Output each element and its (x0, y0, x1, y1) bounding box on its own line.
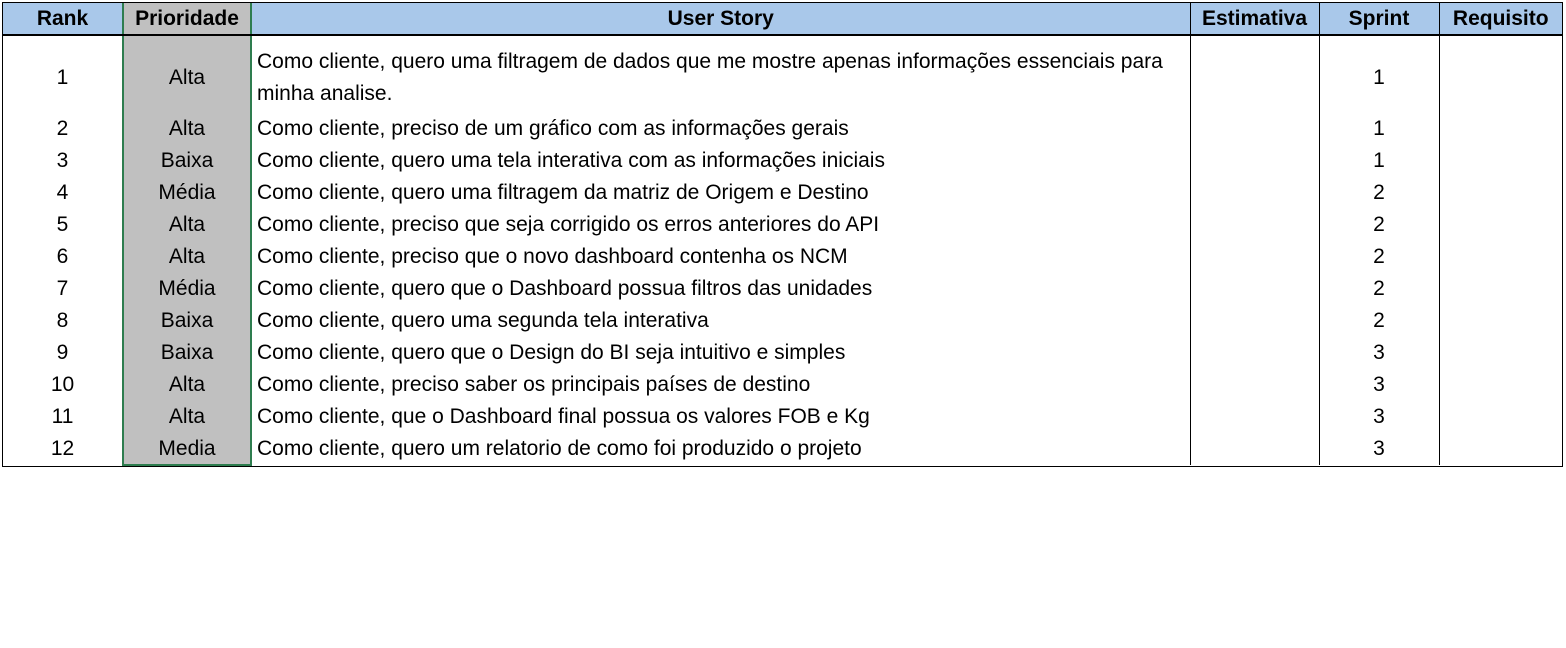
cell-rank[interactable]: 2 (3, 113, 124, 145)
cell-estimate[interactable] (1190, 273, 1320, 305)
cell-estimate[interactable] (1190, 433, 1320, 465)
cell-user-story[interactable]: Como cliente, preciso que seja corrigido… (251, 209, 1191, 241)
cell-requirement[interactable] (1439, 241, 1562, 273)
cell-requirement[interactable] (1439, 145, 1562, 177)
cell-estimate[interactable] (1190, 305, 1320, 337)
cell-estimate[interactable] (1190, 177, 1320, 209)
cell-priority[interactable]: Alta (122, 241, 252, 273)
cell-priority[interactable]: Alta (122, 369, 252, 401)
cell-estimate[interactable] (1190, 35, 1320, 113)
header-row: Rank Prioridade User Story Estimativa Sp… (3, 3, 1562, 36)
table-body: 1 Alta Como cliente, quero uma filtragem d… (3, 35, 1562, 466)
cell-user-story[interactable]: Como cliente, preciso de um gráfico com … (251, 113, 1191, 145)
cell-priority[interactable]: Alta (122, 35, 252, 113)
cell-user-story[interactable]: Como cliente, quero uma filtragem de dad… (251, 35, 1191, 113)
backlog-table: Rank Prioridade User Story Estimativa Sp… (3, 3, 1562, 466)
header-requirement[interactable]: Requisito (1439, 3, 1562, 36)
cell-estimate[interactable] (1190, 145, 1320, 177)
table-row: 8 Baixa Como cliente, quero uma segunda te… (3, 305, 1562, 337)
cell-requirement[interactable] (1439, 273, 1562, 305)
header-estimate[interactable]: Estimativa (1190, 3, 1320, 36)
table-row: 1 Alta Como cliente, quero uma filtragem d… (3, 35, 1562, 113)
table-row: 9 Baixa Como cliente, quero que o Design d… (3, 337, 1562, 369)
cell-priority[interactable]: Baixa (122, 337, 252, 369)
cell-user-story[interactable]: Como cliente, preciso que o novo dashboa… (251, 241, 1191, 273)
cell-rank[interactable]: 3 (3, 145, 124, 177)
cell-user-story[interactable]: Como cliente, preciso saber os principai… (251, 369, 1191, 401)
cell-sprint[interactable]: 2 (1319, 241, 1440, 273)
cell-rank[interactable]: 4 (3, 177, 124, 209)
cell-requirement[interactable] (1439, 209, 1562, 241)
cell-priority[interactable]: Média (122, 273, 252, 305)
table-row: 4 Média Como cliente, quero uma filtragem … (3, 177, 1562, 209)
cell-requirement[interactable] (1439, 337, 1562, 369)
table-row: 11 Alta Como cliente, que o Dashboard fina… (3, 401, 1562, 433)
cell-rank[interactable]: 5 (3, 209, 124, 241)
cell-estimate[interactable] (1190, 369, 1320, 401)
cell-priority[interactable]: Alta (122, 113, 252, 145)
cell-priority[interactable]: Média (122, 177, 252, 209)
cell-sprint[interactable]: 1 (1319, 113, 1440, 145)
cell-rank[interactable]: 9 (3, 337, 124, 369)
header-rank[interactable]: Rank (3, 3, 124, 36)
cell-sprint[interactable]: 1 (1319, 145, 1440, 177)
cell-priority[interactable]: Alta (122, 401, 252, 433)
table-row: 2 Alta Como cliente, preciso de um gráfico… (3, 113, 1562, 145)
cell-rank[interactable]: 7 (3, 273, 124, 305)
cell-requirement[interactable] (1439, 401, 1562, 433)
header-user-story[interactable]: User Story (251, 3, 1191, 36)
table-row: 7 Média Como cliente, quero que o Dashboar… (3, 273, 1562, 305)
cell-sprint[interactable]: 2 (1319, 209, 1440, 241)
cell-estimate[interactable] (1190, 241, 1320, 273)
cell-sprint[interactable]: 2 (1319, 177, 1440, 209)
header-priority[interactable]: Prioridade (122, 3, 252, 36)
cell-sprint[interactable]: 2 (1319, 273, 1440, 305)
cell-requirement[interactable] (1439, 177, 1562, 209)
cell-user-story[interactable]: Como cliente, quero um relatorio de como… (251, 433, 1191, 465)
cell-rank[interactable]: 11 (3, 401, 124, 433)
cell-sprint[interactable]: 3 (1319, 369, 1440, 401)
cell-sprint[interactable]: 3 (1319, 433, 1440, 465)
cell-user-story[interactable]: Como cliente, quero uma segunda tela int… (251, 305, 1191, 337)
table-row: 12 Media Como cliente, quero um relatorio … (3, 433, 1562, 466)
cell-user-story[interactable]: Como cliente, quero uma filtragem da mat… (251, 177, 1191, 209)
cell-estimate[interactable] (1190, 337, 1320, 369)
cell-user-story[interactable]: Como cliente, quero que o Dashboard poss… (251, 273, 1191, 305)
cell-estimate[interactable] (1190, 113, 1320, 145)
cell-requirement[interactable] (1439, 35, 1562, 113)
cell-estimate[interactable] (1190, 209, 1320, 241)
cell-requirement[interactable] (1439, 433, 1562, 465)
cell-rank[interactable]: 12 (3, 433, 124, 465)
table-row: 3 Baixa Como cliente, quero uma tela inter… (3, 145, 1562, 177)
cell-user-story[interactable]: Como cliente, quero uma tela interativa … (251, 145, 1191, 177)
cell-estimate[interactable] (1190, 401, 1320, 433)
table-row: 5 Alta Como cliente, preciso que seja corr… (3, 209, 1562, 241)
cell-sprint[interactable]: 3 (1319, 337, 1440, 369)
cell-sprint[interactable]: 3 (1319, 401, 1440, 433)
cell-user-story[interactable]: Como cliente, quero que o Design do BI s… (251, 337, 1191, 369)
cell-rank[interactable]: 6 (3, 241, 124, 273)
cell-priority[interactable]: Baixa (122, 145, 252, 177)
cell-rank[interactable]: 1 (3, 35, 124, 113)
cell-rank[interactable]: 10 (3, 369, 124, 401)
cell-requirement[interactable] (1439, 369, 1562, 401)
cell-rank[interactable]: 8 (3, 305, 124, 337)
cell-requirement[interactable] (1439, 113, 1562, 145)
cell-user-story[interactable]: Como cliente, que o Dashboard final poss… (251, 401, 1191, 433)
cell-requirement[interactable] (1439, 305, 1562, 337)
cell-sprint[interactable]: 2 (1319, 305, 1440, 337)
cell-sprint[interactable]: 1 (1319, 35, 1440, 113)
table-row: 10 Alta Como cliente, preciso saber os pri… (3, 369, 1562, 401)
spreadsheet-region: Rank Prioridade User Story Estimativa Sp… (2, 2, 1563, 467)
table-row: 6 Alta Como cliente, preciso que o novo da… (3, 241, 1562, 273)
header-sprint[interactable]: Sprint (1319, 3, 1440, 36)
cell-priority[interactable]: Baixa (122, 305, 252, 337)
cell-priority[interactable]: Alta (122, 209, 252, 241)
cell-priority[interactable]: Media (122, 433, 252, 466)
